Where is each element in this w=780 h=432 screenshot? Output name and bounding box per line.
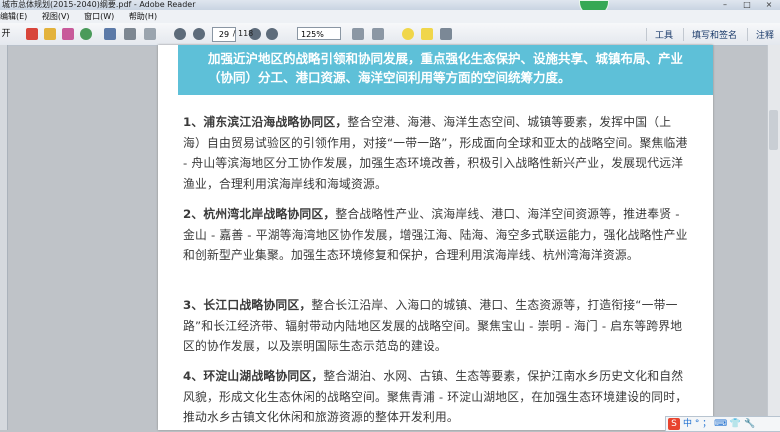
edit-icon[interactable] — [62, 28, 74, 40]
section-2: 2、杭州湾北岸战略协同区，整合战略性产业、滨海岸线、港口、海洋空间资源等，推进奉… — [183, 204, 688, 266]
menu-help[interactable]: 帮助(H) — [129, 12, 157, 21]
page-total: / 118 — [232, 29, 254, 38]
section-3-heading: 3、长江口战略协同区， — [183, 298, 312, 312]
menu-window[interactable]: 窗口(W) — [84, 12, 114, 21]
create-pdf-icon[interactable] — [26, 28, 38, 40]
section-3: 3、长江口战略协同区，整合长江沿岸、入海口的城镇、港口、生态资源等，打造衔接“一… — [183, 295, 688, 357]
pdf-page: 加强近沪地区的战略引领和协同发展，重点强化生态保护、设施共享、城镇布局、产业（协… — [158, 45, 713, 430]
maximize-button[interactable]: □ — [736, 0, 758, 10]
print-icon[interactable] — [124, 28, 136, 40]
comment-link[interactable]: 注释 — [746, 27, 774, 41]
zoom-in-icon[interactable] — [266, 28, 278, 40]
section-1-heading: 1、浦东滨江沿海战略协同区， — [183, 115, 348, 129]
menu-view[interactable]: 视图(V) — [42, 12, 70, 21]
sign-icon[interactable] — [440, 28, 452, 40]
open-label[interactable]: 开 — [1, 27, 11, 41]
fill-sign-link[interactable]: 填写和签名 — [682, 27, 737, 41]
minimize-button[interactable]: – — [714, 0, 736, 10]
ime-status[interactable]: 中 ° ； ⌨ 👕 🔧 — [683, 419, 755, 429]
title-bar: 城市总体规划(2015-2040)纲要.pdf - Adobe Reader — [0, 0, 780, 10]
window-title: 城市总体规划(2015-2040)纲要.pdf - Adobe Reader — [2, 0, 196, 9]
email-icon[interactable] — [144, 28, 156, 40]
fit-page-icon[interactable] — [352, 28, 364, 40]
vertical-scrollbar[interactable] — [767, 45, 780, 430]
section-1: 1、浦东滨江沿海战略协同区，整合空港、海港、海洋生态空间、城镇等要素，发挥中国（… — [183, 112, 688, 194]
menu-bar: 编辑(E) 视图(V) 窗口(W) 帮助(H) — [0, 10, 780, 24]
highlight-icon[interactable] — [421, 28, 433, 40]
next-page-icon[interactable] — [193, 28, 205, 40]
scrollbar-thumb[interactable] — [769, 110, 778, 150]
ime-logo-icon[interactable]: S — [668, 418, 680, 430]
previous-page-icon[interactable] — [174, 28, 186, 40]
open-folder-icon[interactable] — [44, 28, 56, 40]
fullscreen-icon[interactable] — [372, 28, 384, 40]
navigation-pane-strip[interactable] — [0, 45, 8, 430]
tools-link[interactable]: 工具 — [645, 27, 673, 41]
zoom-select[interactable]: 125% — [297, 27, 341, 40]
banner-text: 加强近沪地区的战略引领和协同发展，重点强化生态保护、设施共享、城镇布局、产业（协… — [178, 45, 713, 95]
comment-icon[interactable] — [402, 28, 414, 40]
close-button[interactable]: × — [758, 0, 780, 10]
section-4-heading: 4、环淀山湖战略协同区， — [183, 369, 324, 383]
toolbar-right-links: 工具 填写和签名 注释 — [636, 23, 774, 45]
menu-edit[interactable]: 编辑(E) — [0, 12, 27, 21]
window-controls: – □ × — [714, 0, 780, 10]
save-icon[interactable] — [104, 28, 116, 40]
section-4: 4、环淀山湖战略协同区，整合湖泊、水网、古镇、生态等要素，保护江南水乡历史文化和… — [183, 366, 688, 428]
section-2-heading: 2、杭州湾北岸战略协同区， — [183, 207, 336, 221]
cloud-icon[interactable] — [80, 28, 92, 40]
